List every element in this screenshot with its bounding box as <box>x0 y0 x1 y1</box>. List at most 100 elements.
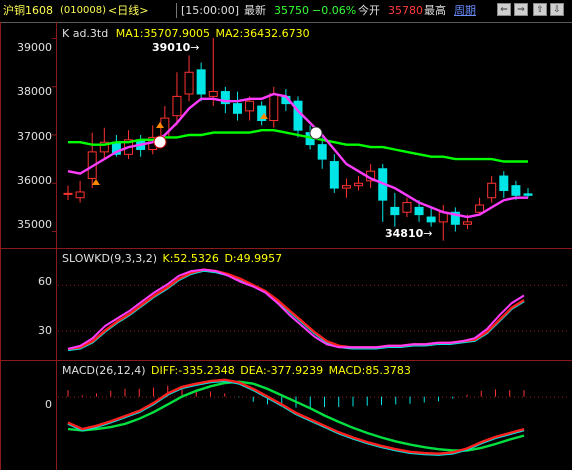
grid-dot <box>258 396 259 398</box>
grid-dot <box>278 284 279 286</box>
grid-dot <box>258 284 259 286</box>
grid-dot <box>186 284 187 286</box>
candle-body <box>196 69 206 95</box>
grid-dot <box>142 330 143 332</box>
grid-dot <box>482 396 483 398</box>
grid-dot <box>358 396 359 398</box>
candle-body <box>511 185 521 196</box>
grid-dot <box>354 396 355 398</box>
grid-dot <box>410 284 411 286</box>
grid-dot <box>250 396 251 398</box>
grid-dot <box>194 396 195 398</box>
grid-dot <box>178 284 179 286</box>
grid-dot <box>266 284 267 286</box>
grid-dot <box>374 284 375 286</box>
grid-dot <box>222 330 223 332</box>
grid-dot <box>62 330 63 332</box>
grid-dot <box>286 330 287 332</box>
grid-dot <box>118 396 119 398</box>
grid-dot <box>502 396 503 398</box>
grid-dot <box>154 330 155 332</box>
grid-dot <box>234 330 235 332</box>
grid-dot <box>270 330 271 332</box>
grid-dot <box>246 396 247 398</box>
grid-dot <box>186 330 187 332</box>
grid-dot <box>370 284 371 286</box>
grid-dot <box>398 330 399 332</box>
grid-dot <box>394 330 395 332</box>
grid-dot <box>470 284 471 286</box>
grid-dot <box>326 330 327 332</box>
grid-dot <box>426 330 427 332</box>
grid-dot <box>554 330 555 332</box>
grid-dot <box>494 396 495 398</box>
grid-dot <box>450 330 451 332</box>
grid-dot <box>562 284 563 286</box>
grid-dot <box>190 284 191 286</box>
grid-dot <box>550 396 551 398</box>
grid-dot <box>450 284 451 286</box>
grid-dot <box>206 396 207 398</box>
grid-dot <box>538 330 539 332</box>
grid-dot <box>374 396 375 398</box>
grid-dot <box>482 284 483 286</box>
grid-dot <box>502 330 503 332</box>
grid-dot <box>490 396 491 398</box>
grid-dot <box>550 284 551 286</box>
grid-dot <box>94 284 95 286</box>
grid-dot <box>370 330 371 332</box>
grid-dot <box>146 396 147 398</box>
grid-dot <box>294 330 295 332</box>
grid-dot <box>470 396 471 398</box>
grid-dot <box>446 284 447 286</box>
d-line-inner <box>67 268 525 351</box>
grid-dot <box>174 284 175 286</box>
grid-dot <box>190 330 191 332</box>
grid-dot <box>86 330 87 332</box>
grid-dot <box>466 284 467 286</box>
grid-dot <box>270 284 271 286</box>
grid-dot <box>198 330 199 332</box>
grid-dot <box>398 396 399 398</box>
grid-dot <box>446 330 447 332</box>
grid-dot <box>406 396 407 398</box>
grid-dot <box>198 284 199 286</box>
grid-dot <box>290 284 291 286</box>
grid-dot <box>254 330 255 332</box>
grid-dot <box>466 330 467 332</box>
grid-dot <box>230 284 231 286</box>
grid-dot <box>498 330 499 332</box>
candle-body <box>487 182 497 199</box>
grid-dot <box>262 284 263 286</box>
grid-dot <box>410 330 411 332</box>
grid-dot <box>66 396 67 398</box>
grid-dot <box>82 284 83 286</box>
grid-dot <box>242 330 243 332</box>
grid-dot <box>274 396 275 398</box>
grid-dot <box>322 396 323 398</box>
grid-dot <box>74 284 75 286</box>
grid-dot <box>454 284 455 286</box>
grid-dot <box>198 396 199 398</box>
grid-dot <box>122 330 123 332</box>
candle-body <box>499 175 509 192</box>
grid-dot <box>86 396 87 398</box>
grid-dot <box>458 284 459 286</box>
grid-dot <box>486 396 487 398</box>
grid-dot <box>214 284 215 286</box>
candle-body <box>245 100 255 112</box>
grid-dot <box>226 396 227 398</box>
grid-dot <box>130 396 131 398</box>
grid-dot <box>566 284 567 286</box>
grid-dot <box>210 396 211 398</box>
grid-dot <box>334 396 335 398</box>
grid-dot <box>78 396 79 398</box>
dea-line <box>67 380 525 452</box>
grid-dot <box>262 396 263 398</box>
grid-dot <box>386 330 387 332</box>
grid-dot <box>58 330 59 332</box>
grid-dot <box>382 284 383 286</box>
grid-dot <box>118 284 119 286</box>
grid-dot <box>390 330 391 332</box>
grid-dot <box>418 284 419 286</box>
